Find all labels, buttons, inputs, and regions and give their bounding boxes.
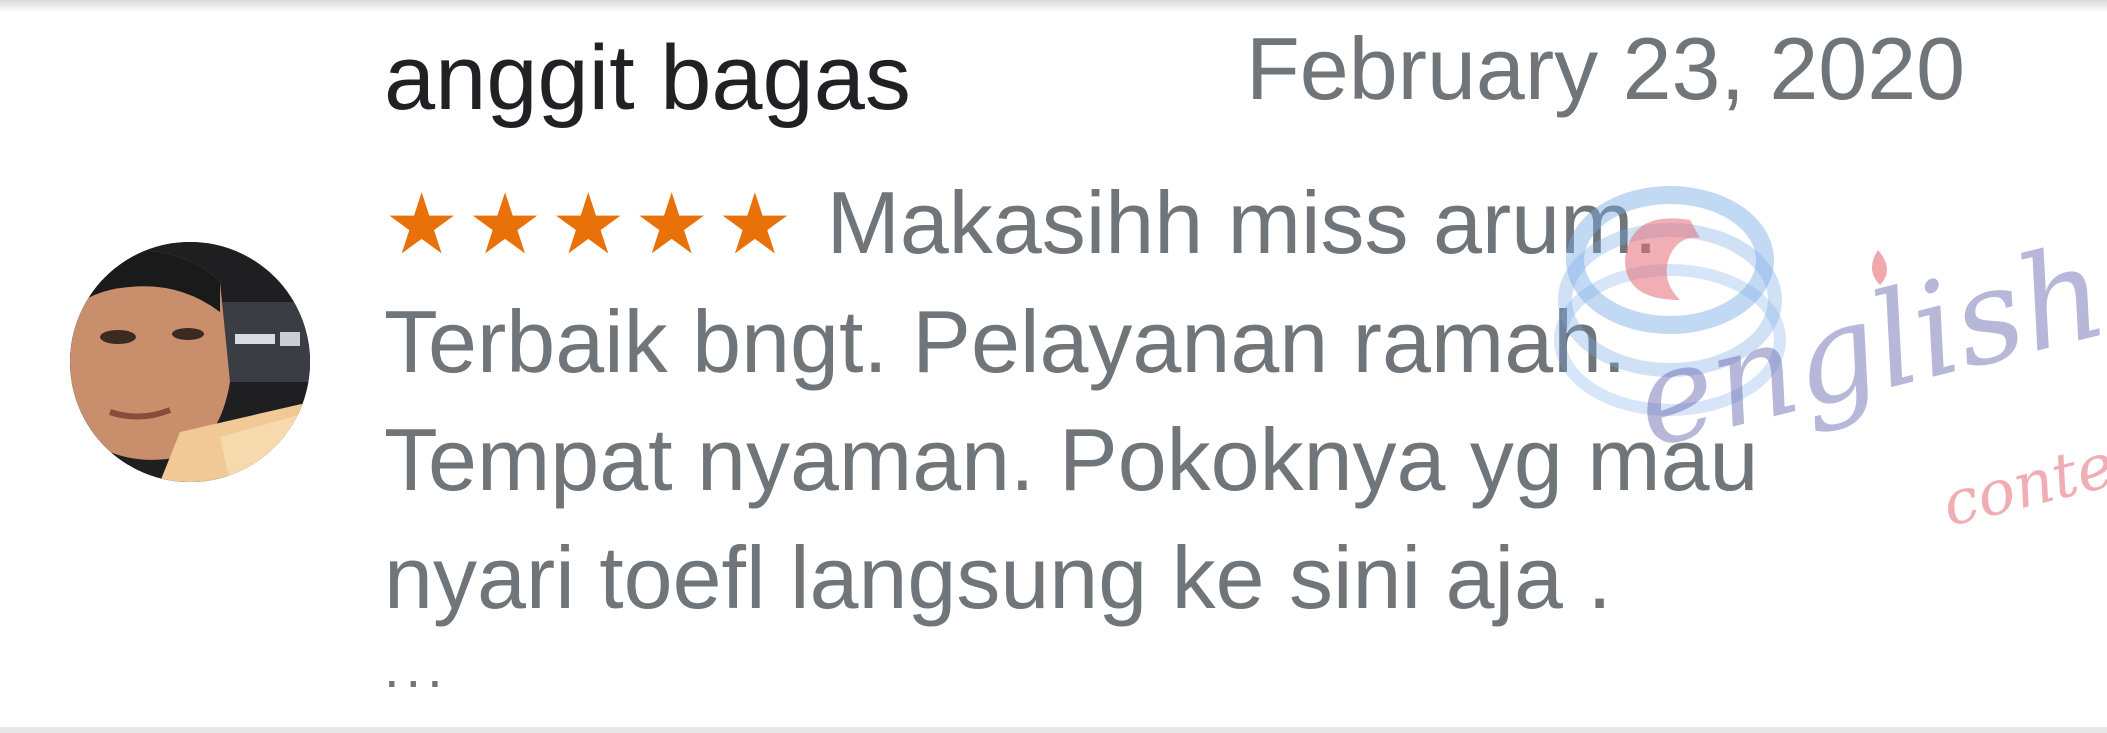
top-shadow [0,0,2107,12]
avatar-photo [70,242,310,482]
bottom-divider [0,727,2107,733]
star-icon: ★ [717,175,801,273]
more-indicator[interactable]: ... [384,640,449,696]
reviewer-name[interactable]: anggit bagas [384,26,911,132]
star-icon: ★ [633,175,718,273]
review-text-line: nyari toefl langsung ke sini aja . [384,528,1612,627]
review-line-1: ★★★★★ Makasihh miss arum. [384,164,2084,283]
avatar[interactable] [70,242,310,482]
star-icon: ★ [384,175,468,273]
star-icon: ★ [550,175,634,273]
review-card: anggit bagas February 23, 2020 ★★★★★ Maka… [0,0,2107,733]
star-icon: ★ [467,175,551,273]
review-date: February 23, 2020 [1246,19,1966,118]
review-text-line: Makasihh miss arum. [826,173,1658,272]
star-rating: ★★★★★ [384,164,801,283]
